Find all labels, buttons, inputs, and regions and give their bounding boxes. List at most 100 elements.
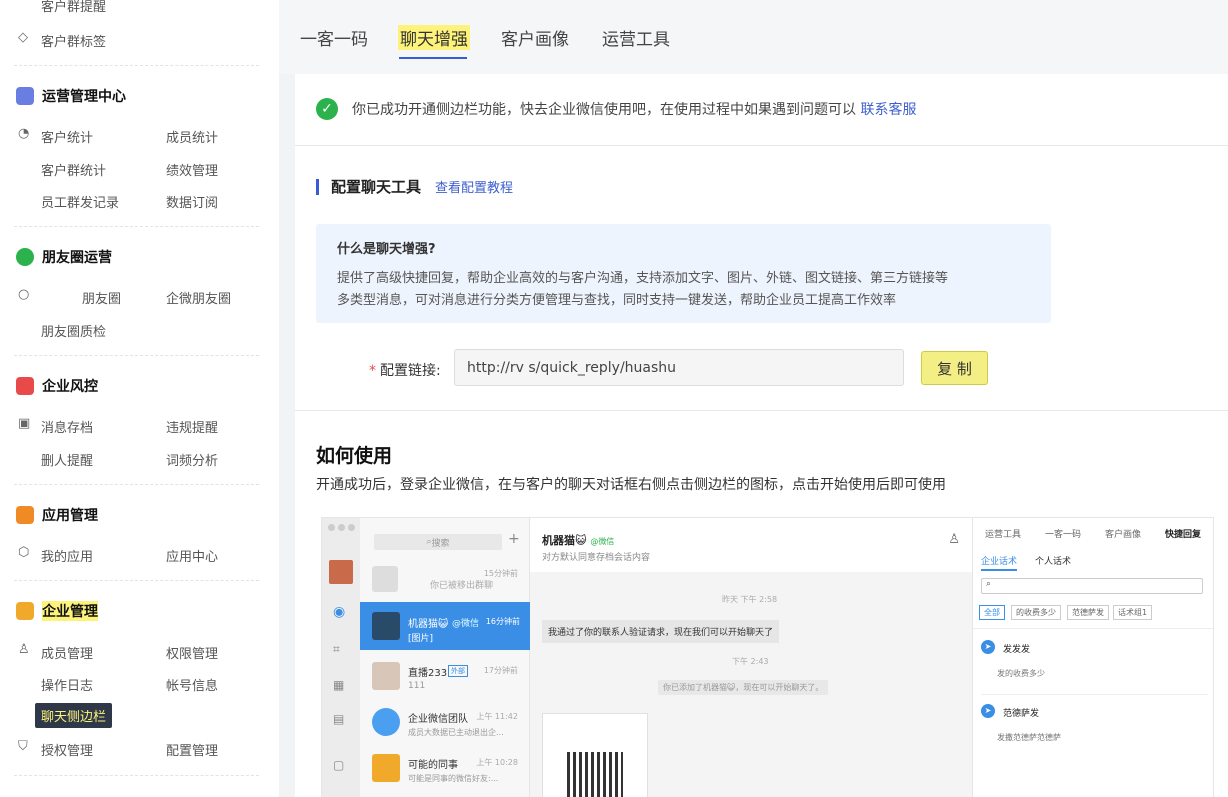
list-item[interactable]: 直播233 外部 111 17分钟前	[360, 654, 530, 698]
chat-window: 机器猫😺 @微信 对方默认同意存档会话内容 ♙ 昨天 下午 2:58 我通过了你…	[530, 518, 972, 797]
sidebar-item-violation-alert[interactable]: 违规提醒	[166, 417, 218, 436]
layers-icon	[16, 506, 34, 524]
sidebar-item-delete-alert[interactable]: 删人提醒	[41, 450, 93, 469]
sidebar-item-account-info[interactable]: 帐号信息	[166, 675, 218, 694]
divider	[14, 65, 259, 66]
cube-icon: ⬡	[18, 545, 30, 560]
message-bubble: 我通过了你的联系人验证请求，现在我们可以开始聊天了	[542, 620, 780, 643]
sidebar-item-my-apps[interactable]: 我的应用	[41, 546, 93, 565]
window-controls	[328, 524, 355, 531]
section-moments: 朋友圈运营	[16, 247, 112, 267]
section-risk-control: 企业风控	[16, 376, 98, 396]
sidebar-item-moments[interactable]: 朋友圈	[82, 288, 121, 307]
filter-chip[interactable]: 话术组1	[1113, 605, 1153, 620]
reply-content: 发撒范德萨范德萨	[997, 733, 1061, 742]
list-item[interactable]: 企业微信团队 成员大数据已主动退出企... 上午 11:42	[360, 700, 530, 744]
qr-code-image	[542, 713, 648, 797]
section-title: 企业风控	[42, 379, 98, 395]
divider	[14, 775, 259, 776]
how-to-use-desc: 开通成功后，登录企业微信，在与客户的聊天对话框右侧点击侧边栏的图标，点击开始使用…	[316, 477, 946, 493]
sidebar-item-customer-stats[interactable]: 客户统计	[41, 127, 93, 146]
section-enterprise-management: 企业管理	[16, 601, 98, 621]
sidebar-item-member-management[interactable]: 成员管理	[41, 643, 93, 662]
main-area: 一客一码 聊天增强 客户画像 运营工具 ✓ 你已成功开通侧边栏功能，快去企业微信…	[279, 0, 1228, 797]
sidebar-item-word-frequency[interactable]: 词频分析	[166, 450, 218, 469]
chat-subtitle: 对方默认同意存档会话内容	[542, 553, 651, 563]
filter-chip[interactable]: 全部	[979, 605, 1005, 620]
copy-button[interactable]: 复 制	[921, 351, 988, 385]
filter-chip[interactable]: 范德萨发	[1067, 605, 1109, 620]
config-link-field[interactable]: http://rv s/quick_reply/huashu	[454, 349, 904, 386]
success-notice: ✓ 你已成功开通侧边栏功能，快去企业微信使用吧，在使用过程中如果遇到问题可以 联…	[316, 98, 916, 120]
sidebar-item-permissions[interactable]: 权限管理	[166, 643, 218, 662]
contact-support-link[interactable]: 联系客服	[860, 102, 916, 118]
tag-icon: ◇	[18, 30, 28, 45]
sidebar-item-group-reminder[interactable]: 客户群提醒	[41, 0, 106, 15]
tab-one-customer-one-code[interactable]: 一客一码	[300, 25, 368, 50]
divider	[14, 226, 259, 227]
config-title: 配置聊天工具	[331, 178, 422, 196]
chat-title: 机器猫😺 @微信	[542, 534, 615, 547]
sidebar-item-moments-qc[interactable]: 朋友圈质检	[41, 321, 106, 340]
panel-tab-active[interactable]: 快捷回复	[1165, 527, 1201, 540]
info-line-2: 多类型消息，可对消息进行分类方便管理与查找，同时支持一键发送，帮助企业员工提高工…	[337, 293, 897, 308]
divider	[14, 580, 259, 581]
pie-chart-icon: ◔	[18, 126, 30, 141]
doc-icon: ▢	[333, 758, 345, 772]
org-icon: ⌗	[333, 642, 340, 656]
divider	[295, 410, 1228, 411]
avatar	[372, 612, 400, 640]
sidebar-item-chat-sidebar[interactable]: 聊天侧边栏	[35, 703, 113, 728]
sidebar-item-app-center[interactable]: 应用中心	[166, 546, 218, 565]
panel-tab[interactable]: 一客一码	[1045, 527, 1081, 540]
chat-messages: 昨天 下午 2:58 我通过了你的联系人验证请求，现在我们可以开始聊天了 下午 …	[530, 572, 972, 797]
sidebar-item-configuration[interactable]: 配置管理	[166, 740, 218, 759]
tab-operation-tools[interactable]: 运营工具	[602, 25, 670, 50]
list-item[interactable]: 可能的同事 可能是同事的微信好友:... 上午 10:28	[360, 746, 530, 790]
sidebar-item-group-stats[interactable]: 客户群统计	[41, 160, 106, 179]
sidebar-item-member-stats[interactable]: 成员统计	[166, 127, 218, 146]
section-title: 应用管理	[42, 508, 98, 524]
chat-icon: ◉	[333, 604, 346, 620]
section-app-management: 应用管理	[16, 505, 98, 525]
tab-chat-enhancement[interactable]: 聊天增强	[398, 25, 470, 50]
user-icon: ♙	[18, 642, 30, 657]
section-title: 朋友圈运营	[42, 250, 112, 266]
calendar-icon: ▦	[333, 678, 345, 692]
content-panel: ✓ 你已成功开通侧边栏功能，快去企业微信使用吧，在使用过程中如果遇到问题可以 联…	[295, 74, 1228, 797]
sidebar-item-group-tags[interactable]: 客户群标签	[41, 31, 106, 50]
reply-title[interactable]: 范德萨发	[1003, 706, 1039, 719]
sidebar-item-operation-log[interactable]: 操作日志	[41, 675, 93, 694]
panel-tab[interactable]: 客户画像	[1105, 527, 1141, 540]
sidebar-item-wework-moments[interactable]: 企微朋友圈	[166, 288, 231, 307]
tutorial-link[interactable]: 查看配置教程	[435, 177, 513, 196]
divider	[14, 355, 259, 356]
subtab-enterprise[interactable]: 企业话术	[981, 554, 1018, 571]
sidebar-item-broadcast-records[interactable]: 员工群发记录	[41, 192, 119, 211]
panel-tab[interactable]: 运营工具	[985, 527, 1021, 540]
sidebar-item-performance[interactable]: 绩效管理	[166, 160, 218, 179]
list-item-active[interactable]: 机器猫😺 @微信 [图片] 16分钟前	[360, 602, 530, 650]
sidebar-item-message-archive[interactable]: 消息存档	[41, 417, 93, 436]
tab-customer-profile[interactable]: 客户画像	[501, 25, 569, 50]
sidebar-item-data-subscription[interactable]: 数据订阅	[166, 192, 218, 211]
add-icon[interactable]: +	[508, 531, 520, 547]
section-title: 企业管理	[42, 601, 98, 621]
contact-card-icon	[372, 754, 400, 782]
tab-bar: 一客一码 聊天增强 客户画像 运营工具	[279, 0, 1228, 74]
conversation-list: ⌕ 搜索 + 你已被移出群聊 15分钟前 机器猫😺 @微信 [图片] 16分钟前…	[360, 518, 530, 797]
system-message: 你已添加了机器猫😺，现在可以开始聊天了。	[658, 680, 829, 695]
reply-title[interactable]: 发发发	[1003, 642, 1030, 655]
section-operations: 运营管理中心	[16, 86, 126, 106]
sidebar-item-authorization[interactable]: 授权管理	[41, 740, 93, 759]
quick-reply-panel: 运营工具 一客一码 客户画像 快捷回复 企业话术 个人话术 ⌕ 全部 的收费多少…	[972, 518, 1213, 797]
notice-text: 你已成功开通侧边栏功能，快去企业微信使用吧，在使用过程中如果遇到问题可以 联系客…	[352, 102, 917, 118]
add-contact-icon[interactable]: ♙	[948, 532, 960, 547]
list-item[interactable]: 你已被移出群聊 15分钟前	[360, 556, 530, 600]
info-title: 什么是聊天增强?	[337, 242, 436, 257]
wework-logo-icon	[372, 708, 400, 736]
filter-chip[interactable]: 的收费多少	[1011, 605, 1061, 620]
subtab-personal[interactable]: 个人话术	[1035, 554, 1071, 567]
search-input[interactable]: ⌕ 搜索	[374, 534, 502, 550]
panel-search-input[interactable]: ⌕	[981, 578, 1203, 594]
